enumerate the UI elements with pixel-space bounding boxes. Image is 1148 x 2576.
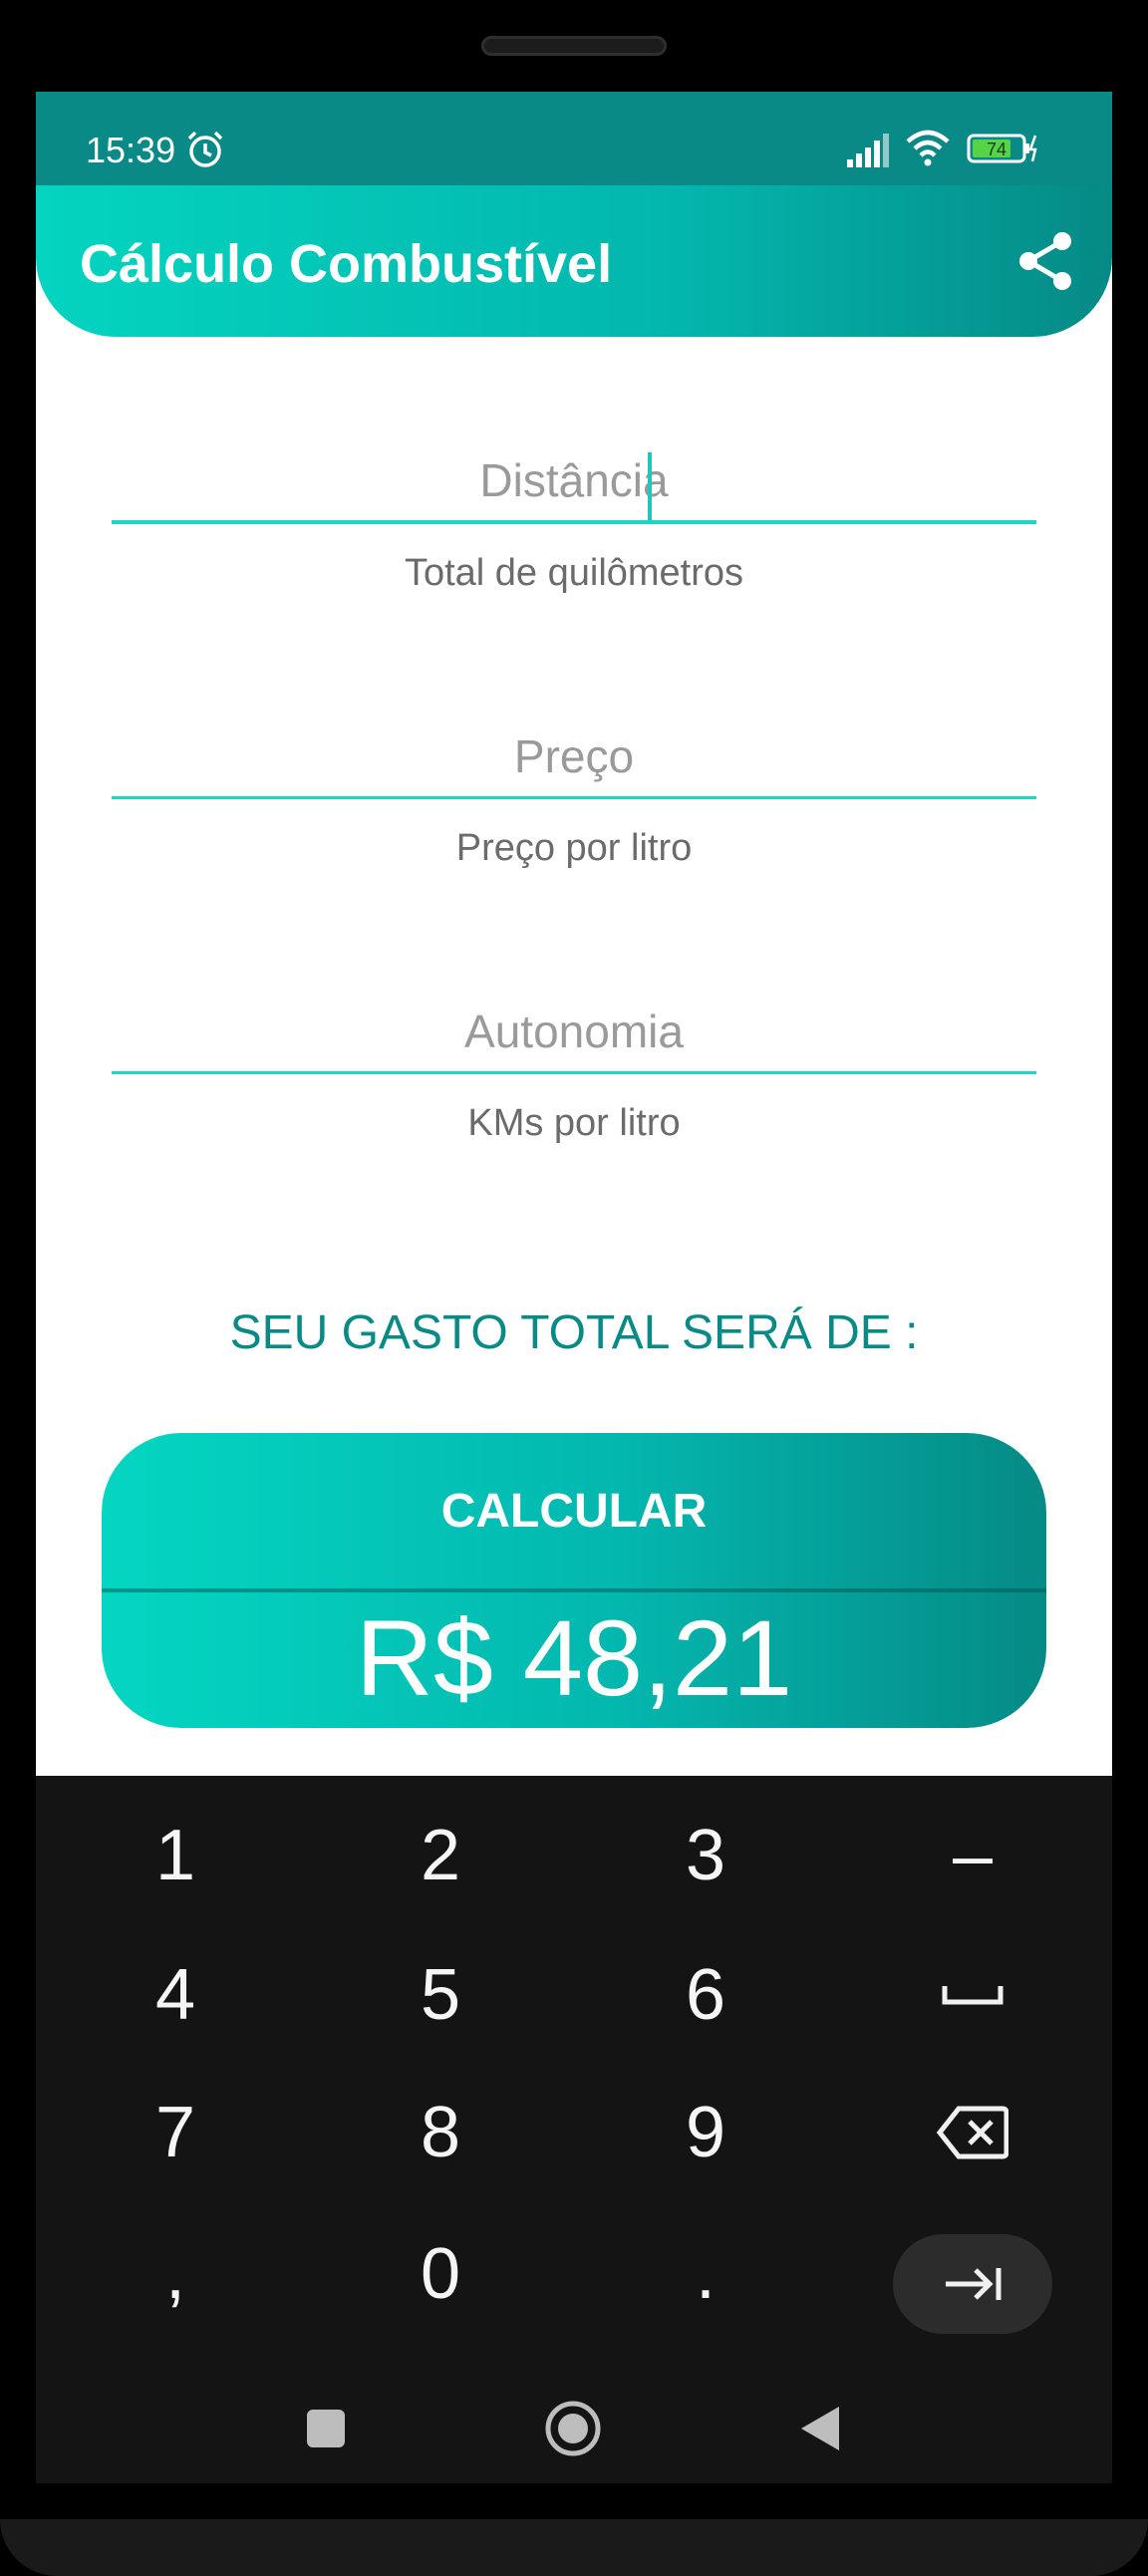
app-bar: Cálculo Combustível <box>36 185 1112 337</box>
distance-input[interactable] <box>112 440 1036 520</box>
key-minus[interactable]: – <box>873 1796 1072 1915</box>
text-cursor <box>648 452 652 520</box>
autonomy-underline <box>112 1071 1036 1074</box>
price-input[interactable] <box>112 716 1036 796</box>
price-hint: Preço por litro <box>455 827 693 869</box>
key-period[interactable]: . <box>606 2214 805 2334</box>
back-icon[interactable] <box>785 2394 855 2463</box>
key-5[interactable]: 5 <box>341 1935 540 2055</box>
earpiece-speaker <box>481 36 667 56</box>
battery-level: 74 <box>987 140 1006 159</box>
card-divider <box>102 1588 1046 1592</box>
key-8[interactable]: 8 <box>341 2073 540 2192</box>
calculate-card: CALCULAR R$ 48,21 <box>102 1433 1046 1728</box>
enter-key[interactable] <box>893 2234 1052 2334</box>
status-bar: 15:39 74 <box>36 92 1112 185</box>
share-icon[interactable] <box>1016 229 1076 293</box>
space-icon <box>942 1986 1004 2005</box>
key-2[interactable]: 2 <box>341 1796 540 1915</box>
phone-frame: 15:39 74 Cálculo Combustível Distância T… <box>0 0 1148 2576</box>
key-0[interactable]: 0 <box>341 2214 540 2334</box>
screen: 15:39 74 Cálculo Combustível Distância T… <box>36 92 1112 2483</box>
key-7[interactable]: 7 <box>76 2073 275 2192</box>
key-4[interactable]: 4 <box>76 1935 275 2055</box>
key-6[interactable]: 6 <box>606 1935 805 2055</box>
wifi-icon <box>906 130 950 166</box>
space-key[interactable] <box>873 1935 1072 2055</box>
key-3[interactable]: 3 <box>606 1796 805 1915</box>
autonomy-hint: KMs por litro <box>467 1102 681 1144</box>
autonomy-input[interactable] <box>112 992 1036 1071</box>
navigation-bar <box>36 2374 1112 2483</box>
price-underline <box>112 796 1036 799</box>
distance-field-group: Total de quilômetros <box>112 440 1036 595</box>
autonomy-field-group: KMs por litro <box>112 992 1036 1145</box>
backspace-key[interactable] <box>873 2073 1072 2192</box>
recents-icon[interactable] <box>291 2394 361 2463</box>
battery-icon: 74 <box>967 134 1037 163</box>
price-field-group: Preço por litro <box>112 716 1036 870</box>
total-cost-value: R$ 48,21 <box>355 1597 793 1718</box>
alarm-icon <box>187 131 223 167</box>
charging-icon <box>1028 135 1037 162</box>
distance-hint: Total de quilômetros <box>404 552 744 594</box>
status-time: 15:39 <box>86 130 176 170</box>
phone-bottom-bezel <box>0 2519 1148 2576</box>
distance-underline <box>112 520 1036 524</box>
calculate-button[interactable]: CALCULAR <box>102 1433 1046 1588</box>
app-title: Cálculo Combustível <box>80 234 613 294</box>
result-label: SEU GASTO TOTAL SERÁ DE : <box>229 1306 919 1359</box>
tab-arrow-icon <box>946 2268 1002 2300</box>
signal-icon <box>847 134 889 167</box>
backspace-icon <box>937 2106 1008 2159</box>
key-1[interactable]: 1 <box>76 1796 275 1915</box>
home-icon[interactable] <box>538 2394 608 2463</box>
key-9[interactable]: 9 <box>606 2073 805 2192</box>
key-comma[interactable]: , <box>76 2214 275 2334</box>
